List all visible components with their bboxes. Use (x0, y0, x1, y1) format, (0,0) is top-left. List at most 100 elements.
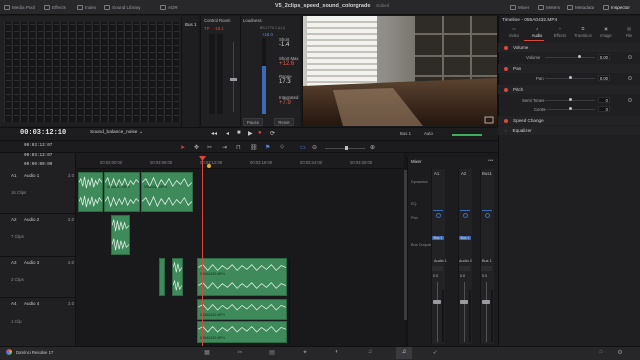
deliver-page-icon[interactable]: ➶ (431, 349, 439, 356)
tab-file[interactable]: ▤ File (620, 26, 638, 38)
enable-dot-icon[interactable] (504, 118, 508, 123)
playhead[interactable] (202, 157, 203, 346)
volume-slider-track[interactable] (545, 57, 595, 58)
pointer-icon[interactable]: ➤ (180, 144, 185, 151)
fairlight-page-active-icon[interactable]: ♫ (400, 349, 408, 356)
tab-image[interactable]: ▣ Image (597, 26, 615, 38)
volume-slider-knob[interactable] (578, 55, 581, 58)
dim-fader-knob[interactable] (230, 78, 237, 81)
media-pool-button[interactable]: Media Pool (4, 0, 35, 15)
mute-solo-buttons[interactable] (481, 266, 492, 271)
play-icon[interactable]: ▶ (248, 130, 253, 137)
pan-input[interactable]: 0.00 (598, 75, 610, 81)
media-page-icon[interactable]: ▦ (203, 349, 211, 356)
meters-toggle-button[interactable]: Meters (538, 0, 560, 15)
stop-square-icon[interactable]: ■ (237, 130, 241, 136)
effects-button[interactable]: Effects (44, 0, 66, 15)
reset-icon[interactable] (628, 55, 632, 59)
snap-icon[interactable]: ⊓ (236, 144, 241, 151)
stop-icon[interactable]: ◂ (226, 130, 229, 137)
pan-knob[interactable] (463, 213, 468, 218)
audio-clip[interactable]: 055A04...MP4 (104, 172, 140, 212)
blade-icon[interactable]: ✂ (207, 144, 212, 151)
mute-solo-buttons[interactable] (432, 266, 443, 271)
fusion-page-icon[interactable]: ✦ (301, 349, 309, 356)
cents-slider-knob[interactable] (569, 107, 572, 110)
mixer-toggle-button[interactable]: Mixer (510, 0, 529, 15)
audio-clip[interactable] (78, 172, 103, 212)
zoom-out-icon[interactable]: ⊖ (312, 144, 317, 151)
cut-page-icon[interactable]: ✂ (236, 349, 244, 356)
pan-knob[interactable] (485, 213, 490, 218)
tab-video[interactable]: ▭ Video (505, 26, 523, 38)
enable-dot-icon[interactable] (504, 87, 508, 92)
tab-audio[interactable]: ♪ Audio (528, 26, 546, 38)
enable-dot-icon[interactable] (504, 45, 508, 50)
mute-solo-buttons[interactable] (459, 266, 470, 271)
fader-knob-bus1[interactable] (482, 300, 490, 304)
audio-clip[interactable] (111, 215, 130, 255)
more-options-icon[interactable]: ••• (488, 158, 493, 164)
audio-clip[interactable]: 055A0432.MP4 (197, 258, 287, 296)
metadata-toggle-button[interactable]: Metadata (567, 0, 594, 15)
automation-label[interactable]: Auto (424, 131, 433, 136)
sound-library-button[interactable]: Sound Library (104, 0, 141, 15)
audio-clip[interactable]: 055A04...MP4 (141, 172, 193, 212)
volume-input[interactable]: 0.00 (598, 54, 610, 60)
bus-selector[interactable]: Bus 1 (400, 131, 411, 136)
loop-icon[interactable]: ⟳ (270, 130, 275, 137)
eq-curve[interactable] (433, 210, 443, 211)
equalizer-section-header[interactable]: › Equalizer (498, 126, 640, 135)
zoom-fit-icon[interactable]: ▭ (300, 144, 306, 151)
fader-track-a1[interactable] (437, 282, 438, 342)
volume-section-header[interactable]: Volume (498, 43, 640, 52)
eq-curve[interactable] (482, 210, 492, 211)
reset-icon[interactable] (628, 98, 632, 102)
tab-transition[interactable]: ⧉ Transition (574, 26, 592, 38)
zoom-slider-knob[interactable] (345, 146, 348, 150)
index-button[interactable]: Index (77, 0, 96, 15)
record-icon[interactable]: ● (258, 130, 262, 136)
link-icon[interactable]: ⛓ (250, 144, 258, 151)
fader-knob-a2[interactable] (460, 300, 468, 304)
pan-knob[interactable] (436, 213, 441, 218)
inspector-toggle-button[interactable]: Inspector (603, 0, 630, 15)
insert-icon[interactable]: ⇥ (222, 144, 227, 151)
tab-effects[interactable]: ✧ Effects (551, 26, 569, 38)
bus-assign-a2[interactable]: Bus 1 (459, 236, 471, 240)
timeline-name-dropdown[interactable]: Sound_balance_noise ⌄ (90, 130, 143, 135)
pan-slider-knob[interactable] (569, 76, 572, 79)
adr-button[interactable]: ADR (160, 0, 178, 15)
flag-icon[interactable]: ⚑ (265, 144, 270, 151)
settings-icon[interactable]: ⚙ (616, 349, 624, 356)
track-header-a4[interactable]: A4 Audio 4 2.0 1 Clip (0, 298, 76, 344)
pan-section-header[interactable]: Pan (498, 64, 640, 73)
timecode-display[interactable]: 00:03:12:10 (20, 129, 66, 137)
eq-curve[interactable] (460, 210, 470, 211)
marker-icon[interactable]: ⬦ (280, 144, 284, 151)
range-icon[interactable]: ✥ (194, 144, 199, 151)
fader-knob-a1[interactable] (433, 300, 441, 304)
pause-button[interactable]: Pause (243, 118, 263, 126)
fader-track-a2[interactable] (464, 282, 465, 342)
audio-clip[interactable]: 055A0432.MP4 (197, 299, 287, 320)
zoom-in-icon[interactable]: ⊕ (370, 144, 375, 151)
cents-input[interactable]: 0 (598, 106, 610, 112)
reset-button[interactable]: Reset (274, 118, 294, 126)
enable-dot-icon[interactable] (504, 66, 508, 71)
audio-clip[interactable]: 055A0432.MP4 (197, 321, 287, 343)
audio-clip[interactable] (172, 258, 183, 296)
semitones-slider-knob[interactable] (569, 98, 572, 101)
color-page-icon[interactable]: ◐ (333, 349, 341, 356)
audio-clip[interactable] (159, 258, 165, 296)
edit-page-icon[interactable]: ▤ (268, 349, 276, 356)
speed-change-section-header[interactable]: Speed Change (498, 116, 640, 125)
reset-icon[interactable] (628, 76, 632, 80)
home-icon[interactable]: ⌂ (597, 349, 605, 356)
track-header-a1[interactable]: A1 Audio 1 2.0 16 Clips (0, 170, 76, 213)
marker-icon[interactable] (207, 164, 211, 168)
track-header-a3[interactable]: A3 Audio 3 2.0 3 Clips (0, 257, 76, 297)
bus-assign-a1[interactable]: Bus 1 (432, 236, 444, 240)
fairlight-page-icon[interactable]: ♫ (366, 349, 374, 356)
pitch-section-header[interactable]: Pitch (498, 85, 640, 94)
